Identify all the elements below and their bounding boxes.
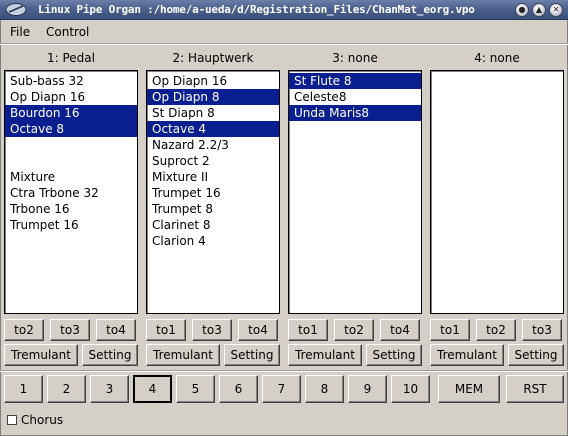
app-icon[interactable] xyxy=(5,2,27,17)
manual-header: 2: Hauptwerk xyxy=(172,51,254,65)
stop-list[interactable]: Op Diapn 16 Op Diapn 8 St Diapn 8 Octave 4N… xyxy=(146,70,280,314)
stop-item[interactable]: Clarinet 8 xyxy=(147,217,279,233)
stop-item[interactable]: Celeste8 xyxy=(289,89,421,105)
separator xyxy=(0,370,568,372)
tremulant-button[interactable]: Tremulant xyxy=(430,344,504,366)
stop-item[interactable]: Unda Maris8 xyxy=(289,105,421,121)
stop-item[interactable]: Mixture II xyxy=(147,169,279,185)
menu-file[interactable]: File xyxy=(10,25,30,39)
stop-item[interactable]: Octave 8 xyxy=(5,121,137,137)
preset-button[interactable]: 6 xyxy=(219,375,258,403)
coupler-button[interactable]: to4 xyxy=(380,319,420,341)
tremulant-button[interactable]: Tremulant xyxy=(4,344,78,366)
coupler-button[interactable]: to1 xyxy=(146,319,186,341)
stop-item[interactable] xyxy=(5,137,137,153)
maximize-icon[interactable]: ▲ xyxy=(532,3,546,17)
stop-item[interactable]: Trbone 16 xyxy=(5,201,137,217)
preset-button[interactable]: 2 xyxy=(47,375,86,403)
title-bar[interactable]: Linux Pipe Organ :/home/a-ueda/d/Registr… xyxy=(0,0,568,20)
stop-item[interactable] xyxy=(5,153,137,169)
setting-button[interactable]: Setting xyxy=(82,344,138,366)
stop-item[interactable]: Nazard 2.2/3 xyxy=(147,137,279,153)
rst-button[interactable]: RST xyxy=(506,375,564,403)
preset-button[interactable]: 7 xyxy=(262,375,301,403)
stop-item[interactable]: Op Diapn 16 xyxy=(5,89,137,105)
stop-list[interactable]: St Flute 8 Celeste8 Unda Maris8 xyxy=(288,70,422,314)
stop-item[interactable]: Bourdon 16 xyxy=(5,105,137,121)
chorus-label: Chorus xyxy=(21,413,64,427)
preset-button[interactable]: 3 xyxy=(90,375,129,403)
preset-button[interactable]: 5 xyxy=(176,375,215,403)
stop-list[interactable]: Sub-bass 32 Op Diapn 16 Bourdon 16 Octave 8… xyxy=(4,70,138,314)
stop-item[interactable]: Op Diapn 8 xyxy=(147,89,279,105)
setting-button[interactable]: Setting xyxy=(224,344,280,366)
tremulant-button[interactable]: Tremulant xyxy=(146,344,220,366)
coupler-button[interactable]: to4 xyxy=(238,319,278,341)
stop-item[interactable]: Trumpet 16 xyxy=(5,217,137,233)
stop-list[interactable] xyxy=(430,70,564,314)
menu-control[interactable]: Control xyxy=(46,25,89,39)
coupler-button[interactable]: to2 xyxy=(476,319,516,341)
manual-header: 4: none xyxy=(474,51,520,65)
coupler-button[interactable]: to2 xyxy=(334,319,374,341)
coupler-button[interactable]: to2 xyxy=(4,319,44,341)
preset-button[interactable]: 10 xyxy=(391,375,430,403)
coupler-button[interactable]: to4 xyxy=(96,319,136,341)
window-title: Linux Pipe Organ :/home/a-ueda/d/Registr… xyxy=(38,3,475,16)
chorus-checkbox[interactable] xyxy=(7,415,17,425)
stop-item[interactable]: Ctra Trbone 32 xyxy=(5,185,137,201)
setting-button[interactable]: Setting xyxy=(508,344,564,366)
preset-button[interactable]: 9 xyxy=(348,375,387,403)
stop-item[interactable]: Clarion 4 xyxy=(147,233,279,249)
stop-item[interactable]: Trumpet 16 xyxy=(147,185,279,201)
stop-item[interactable]: Trumpet 8 xyxy=(147,201,279,217)
close-icon[interactable]: ✕ xyxy=(549,3,563,17)
coupler-button[interactable]: to1 xyxy=(430,319,470,341)
coupler-button[interactable]: to1 xyxy=(288,319,328,341)
preset-button[interactable]: 8 xyxy=(305,375,344,403)
coupler-button[interactable]: to3 xyxy=(50,319,90,341)
menu-bar: File Control xyxy=(0,20,568,44)
stop-item[interactable]: Sub-bass 32 xyxy=(5,73,137,89)
preset-button[interactable]: 4 xyxy=(133,375,172,403)
stop-item[interactable]: St Flute 8 xyxy=(289,73,421,89)
coupler-button[interactable]: to3 xyxy=(522,319,562,341)
coupler-button[interactable]: to3 xyxy=(192,319,232,341)
preset-button[interactable]: 1 xyxy=(4,375,43,403)
manual-header: 1: Pedal xyxy=(47,51,95,65)
stop-item[interactable]: Octave 4 xyxy=(147,121,279,137)
stop-item[interactable]: Mixture xyxy=(5,169,137,185)
manual-header: 3: none xyxy=(332,51,378,65)
stop-item[interactable]: St Diapn 8 xyxy=(147,105,279,121)
stop-item[interactable]: Op Diapn 16 xyxy=(147,73,279,89)
minimize-icon[interactable]: ● xyxy=(515,3,529,17)
mem-button[interactable]: MEM xyxy=(438,375,500,403)
tremulant-button[interactable]: Tremulant xyxy=(288,344,362,366)
stop-item[interactable]: Suproct 2 xyxy=(147,153,279,169)
setting-button[interactable]: Setting xyxy=(366,344,422,366)
